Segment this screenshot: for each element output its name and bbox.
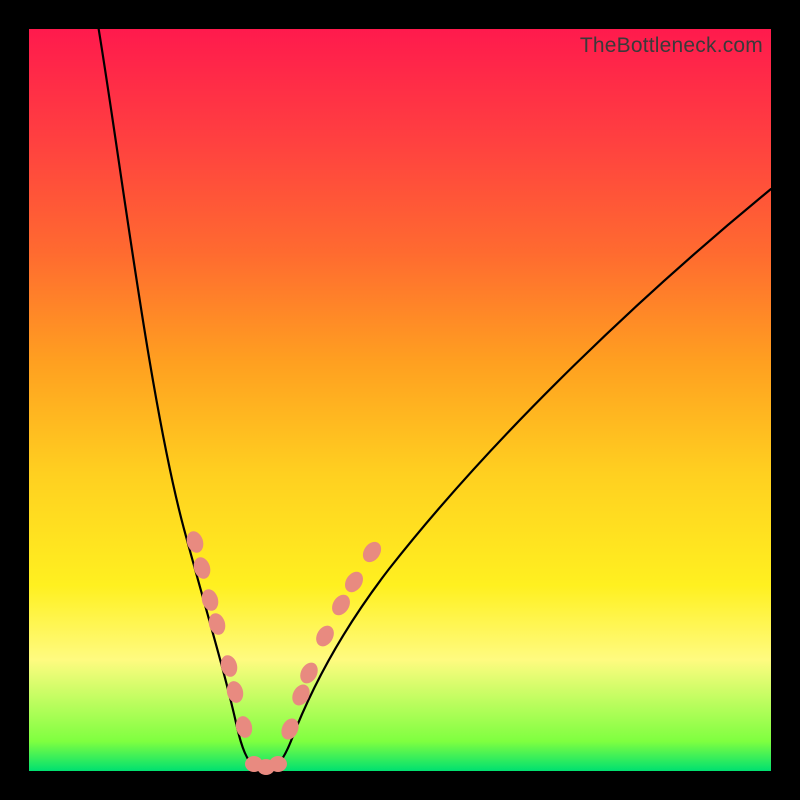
left-dot-5 [218, 653, 239, 679]
curve-group [97, 19, 771, 769]
right-dot-1 [278, 716, 302, 743]
right-dot-4 [313, 622, 338, 649]
left-dot-7 [234, 714, 255, 739]
chart-frame: TheBottleneck.com [29, 29, 771, 771]
right-dot-2 [289, 682, 313, 709]
right-dot-6 [341, 568, 366, 595]
right-dot-7 [359, 538, 385, 565]
bottom-dot-3 [269, 756, 287, 772]
left-dot-1 [184, 529, 206, 555]
marker-group [184, 529, 385, 775]
left-dot-2 [191, 555, 213, 581]
left-dot-3 [199, 587, 221, 613]
right-curve [275, 189, 771, 767]
left-curve [97, 19, 254, 767]
chart-svg [29, 29, 771, 771]
left-dot-4 [206, 611, 228, 637]
right-dot-5 [328, 591, 353, 618]
left-dot-6 [224, 679, 245, 704]
